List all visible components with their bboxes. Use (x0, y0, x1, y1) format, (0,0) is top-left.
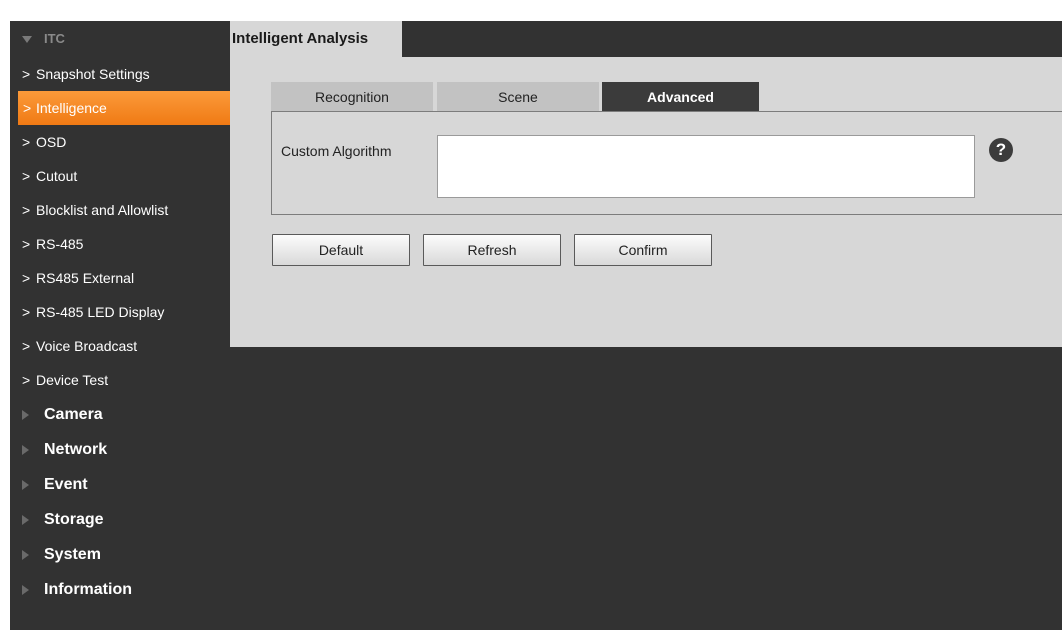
chevron-right-icon: > (22, 66, 31, 82)
sidebar-section-label: Network (44, 441, 108, 458)
tab-scene[interactable]: Scene (437, 82, 599, 112)
triangle-right-icon (22, 585, 29, 595)
chevron-right-icon: > (22, 134, 31, 150)
sidebar-section-label: ITC (44, 31, 65, 46)
triangle-right-icon (22, 410, 29, 420)
panel-title-bar (402, 21, 1062, 57)
sidebar-section-network[interactable]: Network (10, 432, 230, 467)
sidebar-item-rs485-led-display[interactable]: > RS-485 LED Display (10, 295, 230, 329)
sidebar-item-label: RS-485 LED Display (36, 304, 165, 320)
chevron-right-icon: > (22, 236, 31, 252)
sidebar-item-blocklist-allowlist[interactable]: > Blocklist and Allowlist (10, 193, 230, 227)
sidebar-item-label: RS485 External (36, 270, 135, 286)
question-circle-icon[interactable]: ? (989, 138, 1013, 162)
sidebar-item-cutout[interactable]: > Cutout (10, 159, 230, 193)
sidebar-section-camera[interactable]: Camera (10, 397, 230, 432)
chevron-right-icon: > (22, 372, 31, 388)
sidebar-section-event[interactable]: Event (10, 467, 230, 502)
triangle-down-icon (22, 36, 32, 43)
chevron-right-icon: > (22, 304, 31, 320)
sidebar-section-label: System (44, 546, 101, 563)
refresh-button[interactable]: Refresh (423, 234, 561, 266)
app-window: ITC > Snapshot Settings > Intelligence >… (10, 21, 1062, 630)
sidebar-section-information[interactable]: Information (10, 572, 230, 607)
sidebar-item-rs485-external[interactable]: > RS485 External (10, 261, 230, 295)
chevron-right-icon: > (23, 100, 32, 116)
sidebar-section-label: Camera (44, 406, 103, 423)
sidebar-section-label: Information (44, 581, 132, 598)
sidebar-item-intelligence[interactable]: > Intelligence (18, 91, 246, 125)
chevron-right-icon: > (22, 270, 31, 286)
custom-algorithm-input[interactable] (437, 135, 975, 198)
confirm-button[interactable]: Confirm (574, 234, 712, 266)
sidebar-item-label: Blocklist and Allowlist (36, 202, 169, 218)
sidebar: ITC > Snapshot Settings > Intelligence >… (10, 21, 246, 607)
sidebar-item-label: Snapshot Settings (36, 66, 150, 82)
sidebar-item-osd[interactable]: > OSD (10, 125, 230, 159)
sidebar-section-storage[interactable]: Storage (10, 502, 230, 537)
advanced-tab-content: Custom Algorithm ? (271, 111, 1062, 215)
sidebar-item-label: Cutout (36, 168, 78, 184)
sidebar-item-label: RS-485 (36, 236, 84, 252)
sidebar-item-label: Intelligence (36, 100, 107, 116)
triangle-right-icon (22, 445, 29, 455)
sidebar-item-rs485[interactable]: > RS-485 (10, 227, 230, 261)
default-button[interactable]: Default (272, 234, 410, 266)
sidebar-section-label: Storage (44, 511, 104, 528)
sidebar-section-itc[interactable]: ITC (10, 21, 230, 57)
sidebar-item-label: Voice Broadcast (36, 338, 138, 354)
sidebar-item-voice-broadcast[interactable]: > Voice Broadcast (10, 329, 230, 363)
chevron-right-icon: > (22, 338, 31, 354)
tab-recognition[interactable]: Recognition (271, 82, 433, 112)
chevron-right-icon: > (22, 168, 31, 184)
sidebar-item-snapshot-settings[interactable]: > Snapshot Settings (10, 57, 230, 91)
page-title: Intelligent Analysis (230, 21, 371, 57)
triangle-right-icon (22, 480, 29, 490)
sidebar-section-system[interactable]: System (10, 537, 230, 572)
triangle-right-icon (22, 515, 29, 525)
sidebar-section-label: Event (44, 476, 88, 493)
tab-advanced[interactable]: Advanced (602, 82, 759, 112)
triangle-right-icon (22, 550, 29, 560)
sidebar-item-device-test[interactable]: > Device Test (10, 363, 230, 397)
sidebar-item-label: OSD (36, 134, 67, 150)
intelligent-analysis-panel: Intelligent Analysis Recognition Scene A… (230, 21, 1062, 347)
chevron-right-icon: > (22, 202, 31, 218)
sidebar-item-label: Device Test (36, 372, 109, 388)
custom-algorithm-label: Custom Algorithm (281, 143, 392, 159)
